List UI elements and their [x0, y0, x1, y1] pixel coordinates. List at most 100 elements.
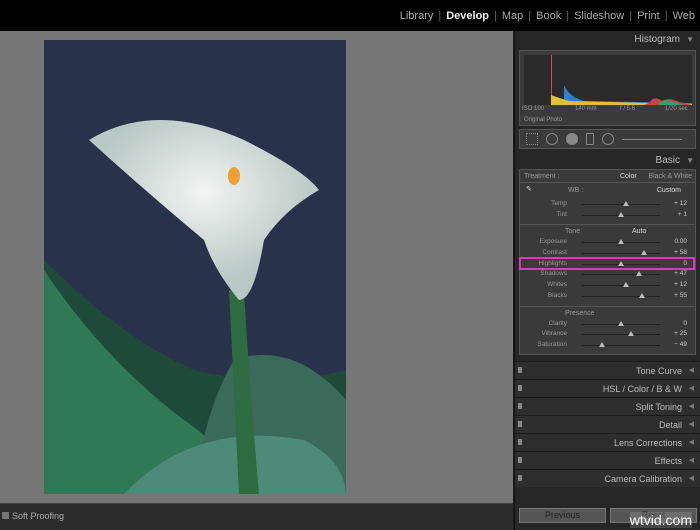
collapse-icon: ▼ [686, 35, 694, 44]
histogram-graph [524, 55, 692, 105]
wb-dropdown[interactable]: Custom [657, 187, 681, 194]
panel-toggle-icon[interactable] [518, 384, 522, 391]
graduated-filter-icon[interactable] [586, 133, 594, 145]
soft-proofing-label: Soft Proofing [12, 511, 65, 521]
expand-icon: ◀ [688, 420, 694, 428]
eyedropper-icon[interactable]: ✎ [526, 185, 532, 193]
exposure-label: Exposure [539, 238, 567, 246]
panel-title: Effects [654, 455, 682, 466]
saturation-slider-thumb[interactable] [598, 341, 605, 347]
temp-value[interactable]: + 12 [674, 200, 687, 207]
previous-button[interactable]: Previous [519, 508, 606, 523]
module-library[interactable]: Library [395, 10, 439, 22]
saturation-slider[interactable] [582, 341, 660, 347]
panel-toggle-icon[interactable] [518, 420, 522, 427]
panel-toggle-icon[interactable] [518, 456, 522, 463]
spot-removal-icon[interactable] [546, 133, 558, 145]
module-bar: Library | Develop | Map | Book | Slideshow | Print… [0, 0, 700, 31]
treatment-bw[interactable]: Black & White [648, 173, 692, 180]
panel-toggle-icon[interactable] [518, 366, 522, 373]
temp-slider-thumb[interactable] [622, 201, 629, 206]
iso: ISO 100 [522, 106, 545, 112]
contrast-value[interactable]: + 58 [674, 249, 687, 256]
histogram-header[interactable]: Histogram ▼ [515, 31, 700, 48]
soft-proofing-checkbox[interactable] [2, 512, 9, 519]
blacks-value[interactable]: + 55 [674, 292, 687, 299]
expand-icon: ◀ [688, 456, 694, 464]
exposure-slider[interactable] [582, 239, 660, 245]
saturation-slider-row: Saturation − 49 [520, 340, 695, 351]
shadows-slider-row: Shadows + 47 [520, 269, 695, 280]
panel-split-toning[interactable]: Split Toning ◀ [515, 396, 700, 415]
aperture: f / 5.6 [620, 106, 636, 112]
contrast-slider[interactable] [582, 250, 660, 256]
temp-slider-row: Temp + 12 [520, 199, 695, 210]
expand-icon: ◀ [688, 384, 694, 392]
vibrance-slider-thumb[interactable] [627, 331, 634, 337]
panel-toggle-icon[interactable] [518, 474, 522, 481]
exposure-slider-thumb[interactable] [618, 239, 624, 245]
module-book[interactable]: Book [531, 10, 566, 22]
saturation-value[interactable]: − 49 [674, 341, 687, 348]
presence-label: Presence [565, 309, 595, 317]
temp-slider[interactable] [582, 201, 660, 206]
tone-label: Tone [565, 228, 581, 236]
shadows-value[interactable]: + 47 [674, 270, 687, 277]
radial-filter-icon[interactable] [602, 133, 614, 145]
clarity-slider-thumb[interactable] [618, 320, 624, 326]
panel-title: Detail [658, 419, 682, 430]
auto-button[interactable]: Auto [632, 228, 646, 235]
blacks-slider-thumb[interactable] [639, 292, 646, 298]
panel-detail[interactable]: Detail ◀ [515, 414, 700, 433]
image-canvas [0, 31, 513, 503]
expand-icon: ◀ [688, 366, 694, 374]
panel-title: Camera Calibration [604, 473, 682, 484]
shadows-slider[interactable] [582, 271, 660, 277]
module-web[interactable]: Web [668, 10, 700, 22]
basic-header[interactable]: Basic ▼ [515, 152, 700, 169]
vibrance-value[interactable]: + 25 [674, 330, 687, 337]
blacks-slider[interactable] [582, 292, 660, 298]
clarity-value[interactable]: 0 [683, 320, 687, 327]
vibrance-slider-row: Vibrance + 25 [520, 329, 695, 340]
module-picker: Library | Develop | Map | Book | Slideshow | Print… [395, 10, 700, 22]
wb-label: WB : [568, 187, 584, 194]
treatment-label: Treatment : [524, 173, 560, 180]
module-map[interactable]: Map [497, 10, 528, 22]
panel-tone-curve[interactable]: Tone Curve ◀ [515, 360, 700, 379]
shutter: 1/20 sec [665, 106, 688, 112]
module-slideshow[interactable]: Slideshow [569, 10, 629, 22]
crop-icon[interactable] [526, 133, 538, 145]
tint-slider-thumb[interactable] [618, 211, 625, 217]
panel-title: HSL / Color / B & W [602, 383, 682, 394]
clarity-label: Clarity [548, 319, 567, 327]
photo-calla-lily [44, 40, 346, 494]
module-develop[interactable]: Develop [441, 10, 494, 22]
expand-icon: ◀ [688, 474, 694, 482]
whites-slider[interactable] [582, 282, 660, 288]
panel-effects[interactable]: Effects ◀ [515, 450, 700, 469]
tint-value[interactable]: + 1 [678, 211, 687, 218]
whites-slider-row: Whites + 12 [520, 280, 695, 291]
module-print[interactable]: Print [632, 10, 665, 22]
contrast-highlight-box [519, 257, 695, 270]
panel-hsl-color-b-w[interactable]: HSL / Color / B & W ◀ [515, 378, 700, 397]
contrast-slider-thumb[interactable] [640, 250, 647, 256]
whites-value[interactable]: + 12 [674, 281, 687, 288]
panel-camera-calibration[interactable]: Camera Calibration ◀ [515, 468, 700, 487]
clarity-slider[interactable] [582, 320, 660, 326]
panel-lens-corrections[interactable]: Lens Corrections ◀ [515, 432, 700, 451]
blacks-slider-row: Blacks + 55 [520, 291, 695, 302]
exposure-value[interactable]: 0.00 [674, 238, 687, 245]
vibrance-slider[interactable] [582, 331, 660, 337]
panel-toggle-icon[interactable] [518, 402, 522, 409]
treatment-color[interactable]: Color [620, 173, 637, 180]
red-eye-icon[interactable] [566, 133, 578, 145]
tint-slider[interactable] [582, 211, 660, 217]
panel-toggle-icon[interactable] [518, 438, 522, 445]
panel-title: Tone Curve [635, 365, 682, 376]
shadows-slider-thumb[interactable] [636, 271, 643, 277]
brush-slider[interactable] [622, 138, 682, 140]
bottom-toolbar: Soft Proofing [0, 503, 513, 530]
whites-slider-thumb[interactable] [622, 282, 629, 288]
